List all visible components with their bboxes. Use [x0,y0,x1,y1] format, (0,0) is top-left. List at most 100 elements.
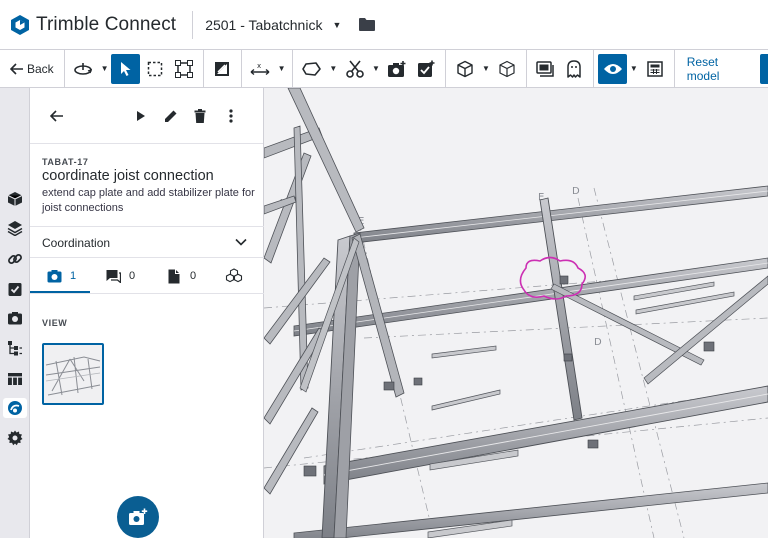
ghost-button[interactable] [560,54,589,84]
sidebar-item-todos[interactable] [5,279,25,299]
visibility-button[interactable] [597,53,628,84]
divider [292,49,294,88]
grid-label: D [594,337,602,348]
measure-button[interactable]: x [246,54,275,84]
camera-add-icon [129,508,148,525]
chevron-down-icon[interactable] [235,233,247,251]
area-select-button[interactable] [140,54,169,84]
sidebar-rail [0,88,30,538]
todo-icon [8,283,22,296]
model-viewport[interactable]: E D D A E [264,88,768,538]
app-name: Trimble Connect [36,13,177,35]
section-button[interactable] [208,54,237,84]
views-icon [536,60,555,77]
play-button[interactable] [131,106,151,126]
markup-button[interactable] [297,54,326,84]
tab-views[interactable]: 1 [47,258,76,294]
project-selector[interactable]: 2501 - Tabatchnick [205,17,322,33]
divider [30,226,264,227]
grid-label: D [572,186,580,197]
divider [202,49,204,88]
panel-toggle-button[interactable] [760,53,768,84]
project-dropdown-icon[interactable]: ▼ [332,20,341,30]
sidebar-item-table[interactable] [5,369,25,389]
snapshot-button[interactable] [383,54,412,84]
objects-icon [225,268,243,283]
trimble-logo-icon [11,14,29,35]
reset-model-button[interactable]: Reset model [679,55,760,83]
todo-description: extend cap plate and add stabilizer plat… [42,187,255,214]
measure-dropdown-icon[interactable]: ▼ [275,54,289,84]
tab-comments[interactable]: 0 [106,258,135,294]
tab-documents[interactable]: 0 [168,258,196,294]
cut-button[interactable] [340,54,369,84]
view-section-label: VIEW [42,318,68,328]
viewer-toolbar: Back ▼ x ▼ ▼ ▼ ▼ ▼ Reset model [0,49,768,88]
grid-icon [647,60,663,77]
todo-tabs: 1 0 0 [30,258,264,294]
layers-icon [7,221,23,236]
divider [593,49,594,88]
pencil-icon [165,110,177,122]
sidebar-item-links[interactable] [5,249,25,269]
sidebar-item-tree[interactable] [5,338,25,358]
area-select-icon [147,61,163,76]
markup-shape-icon [302,61,321,76]
play-icon [137,111,145,121]
cube-outline-icon [499,60,515,77]
sidebar-item-layers[interactable] [5,218,25,238]
measure-icon: x [250,62,270,75]
table-icon [8,373,22,385]
view-thumbnail[interactable] [42,343,104,405]
model-view-button[interactable] [450,54,479,84]
select-button[interactable] [111,53,141,84]
top-bar: Trimble Connect 2501 - Tabatchnick ▼ [0,0,768,50]
divider [445,49,446,88]
svg-text:x: x [257,62,261,70]
bounding-box-icon [175,59,194,78]
sidebar-item-extension[interactable] [3,398,27,418]
tree-icon [8,341,22,356]
markup-dropdown-icon[interactable]: ▼ [327,54,341,84]
tab-count: 0 [129,270,136,282]
camera-icon [47,270,62,283]
sidebar-item-views[interactable] [5,308,25,328]
folder-icon[interactable] [359,18,376,31]
delete-button[interactable] [190,106,210,126]
edit-button[interactable] [161,106,181,126]
divider [192,10,194,39]
sidebar-item-models[interactable] [5,189,25,209]
ghost-icon [567,59,582,78]
divider [525,49,527,88]
app-logo[interactable]: Trimble Connect [10,14,176,36]
orbit-button[interactable] [69,54,98,84]
comment-icon [106,270,121,283]
add-todo-button[interactable] [412,54,441,84]
model-icon [7,192,23,206]
settings-icon [7,430,23,446]
divider [673,49,675,88]
todo-title: coordinate joist connection [42,168,214,184]
orbit-icon [74,62,93,75]
todo-detail-panel: TABAT-17 coordinate joist connection ext… [30,88,264,538]
panel-back-button[interactable] [47,106,67,126]
section-icon [215,61,230,76]
more-options-button[interactable] [221,106,241,126]
tab-count: 0 [190,270,197,282]
bounding-box-button[interactable] [170,54,199,84]
visibility-dropdown-icon[interactable]: ▼ [627,54,641,84]
add-view-button[interactable] [117,496,159,538]
sidebar-item-settings[interactable] [5,428,25,448]
views-button[interactable] [531,54,560,84]
grid-button[interactable] [641,54,670,84]
tab-objects[interactable] [225,258,243,294]
back-button[interactable]: Back [0,54,60,84]
steel-model-canvas[interactable]: E D D A E [264,88,768,538]
back-label: Back [27,61,54,76]
model-view-dropdown-icon[interactable]: ▼ [479,54,493,84]
snapshot-icon [388,60,406,77]
orbit-dropdown-icon[interactable]: ▼ [98,54,112,84]
isolate-button[interactable] [493,54,522,84]
cut-dropdown-icon[interactable]: ▼ [369,54,383,84]
todo-group-selector[interactable]: Coordination [42,236,110,250]
